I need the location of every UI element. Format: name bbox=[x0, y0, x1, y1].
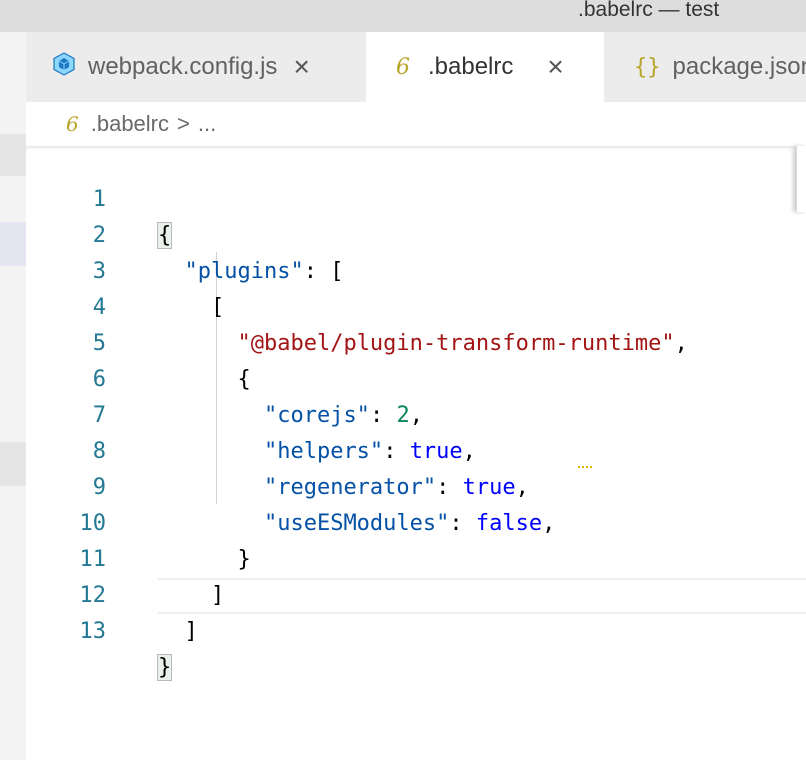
babel-six-icon: 6 bbox=[396, 54, 410, 80]
punctuation: ] bbox=[184, 619, 198, 644]
code-line[interactable]: 11 ] bbox=[26, 506, 806, 608]
breadcrumb-shadow bbox=[26, 146, 806, 150]
code-editor[interactable]: 1 { 2 "plugins": [ 3 [ 4 "@babel/plugin-… bbox=[26, 146, 806, 760]
tab-label: .babelrc bbox=[428, 53, 514, 80]
code-line[interactable]: 2 "plugins": [ bbox=[26, 182, 806, 284]
code-line[interactable]: 8 "regenerator": true, bbox=[26, 398, 806, 500]
close-icon[interactable]: × bbox=[547, 53, 563, 81]
tab-label: package.json bbox=[672, 53, 806, 80]
code-line[interactable]: 6 "corejs": 2, bbox=[26, 326, 806, 428]
tab-webpack-config[interactable]: webpack.config.js × bbox=[26, 32, 366, 102]
code-line[interactable]: 13 } bbox=[26, 578, 806, 681]
code-line[interactable]: 10 } bbox=[26, 470, 806, 572]
code-text: } bbox=[156, 650, 173, 686]
sidebar-strip-block[interactable] bbox=[0, 442, 26, 486]
sidebar-strip bbox=[0, 32, 26, 760]
webpack-cube-icon bbox=[52, 51, 76, 83]
breadcrumb-file[interactable]: .babelrc bbox=[91, 111, 169, 137]
scrollbar-thumb[interactable] bbox=[796, 146, 806, 212]
code-line[interactable]: 12 ] bbox=[26, 542, 806, 644]
tab-label: webpack.config.js bbox=[88, 53, 278, 80]
tab-package-json[interactable]: {} package.json bbox=[604, 32, 806, 102]
code-line[interactable]: 9 "useESModules": false, bbox=[26, 434, 806, 536]
code-line[interactable]: 5 { bbox=[26, 290, 806, 392]
matched-bracket: } bbox=[156, 654, 173, 681]
code-line[interactable]: 3 [ bbox=[26, 218, 806, 320]
breadcrumb-more[interactable]: ... bbox=[198, 111, 216, 137]
code-line[interactable]: 7 "helpers": true, bbox=[26, 362, 806, 464]
code-line[interactable]: 1 { bbox=[26, 146, 806, 249]
close-icon[interactable]: × bbox=[293, 53, 309, 81]
breadcrumb: 6 .babelrc > ... bbox=[26, 102, 806, 146]
window-title: .babelrc — test bbox=[578, 0, 720, 21]
line-number: 13 bbox=[79, 619, 107, 644]
warning-squiggle[interactable] bbox=[578, 460, 592, 468]
babel-six-icon: 6 bbox=[66, 112, 79, 136]
title-bar: .babelrc — test bbox=[0, 0, 806, 32]
sidebar-strip-block[interactable] bbox=[0, 134, 26, 176]
editor-tab-bar: webpack.config.js × 6 .babelrc × {} pack… bbox=[26, 32, 806, 102]
tab-babelrc[interactable]: 6 .babelrc × bbox=[366, 32, 604, 102]
code-text: ] bbox=[158, 614, 198, 650]
json-braces-icon: {} bbox=[634, 54, 661, 80]
sidebar-strip-block-selected[interactable] bbox=[0, 222, 26, 266]
chevron-right-icon: > bbox=[177, 111, 190, 136]
code-line[interactable]: 4 "@babel/plugin-transform-runtime", bbox=[26, 254, 806, 356]
